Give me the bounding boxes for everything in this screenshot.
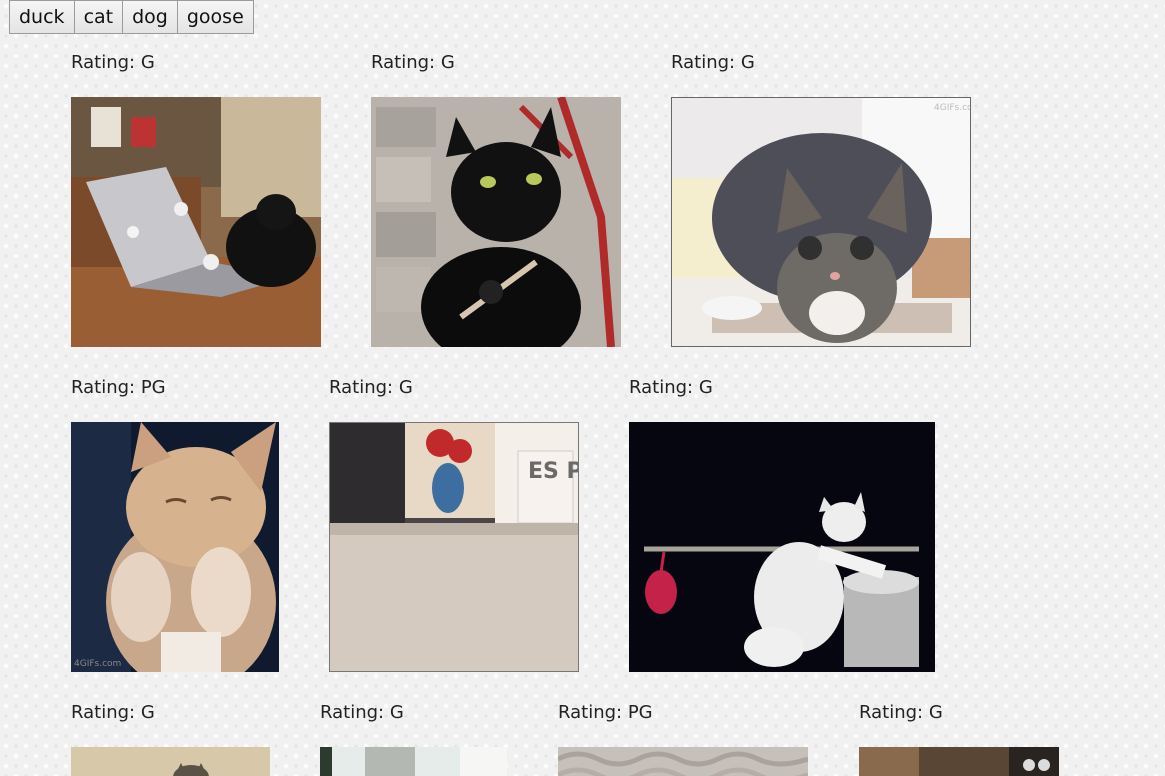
gif-image[interactable] bbox=[629, 422, 935, 672]
gif-image[interactable] bbox=[371, 97, 621, 347]
gif-image[interactable]: ES PN bbox=[329, 422, 579, 672]
rating-label: Rating: G bbox=[71, 702, 155, 723]
gif-image[interactable]: 4GIFs.com bbox=[71, 422, 279, 672]
rating-label: Rating: PG bbox=[558, 702, 653, 723]
gif-image[interactable] bbox=[558, 747, 808, 776]
gif-image[interactable] bbox=[71, 747, 270, 776]
svg-text:ES PN: ES PN bbox=[528, 459, 579, 484]
gif-image[interactable]: 4GIFs.com bbox=[671, 97, 971, 347]
search-button-goose[interactable]: goose bbox=[176, 0, 254, 34]
gif-image[interactable] bbox=[71, 97, 321, 347]
rating-label: Rating: G bbox=[71, 52, 155, 73]
rating-label: Rating: G bbox=[629, 377, 713, 398]
search-button-bar: duck cat dog goose bbox=[9, 0, 254, 34]
search-button-cat[interactable]: cat bbox=[73, 0, 124, 34]
search-button-duck[interactable]: duck bbox=[9, 0, 75, 34]
svg-text:4GIFs.com: 4GIFs.com bbox=[74, 659, 121, 669]
gif-image[interactable] bbox=[320, 747, 507, 776]
rating-label: Rating: G bbox=[859, 702, 943, 723]
rating-label: Rating: G bbox=[329, 377, 413, 398]
rating-label: Rating: G bbox=[371, 52, 455, 73]
rating-label: Rating: G bbox=[671, 52, 755, 73]
gif-image[interactable] bbox=[859, 747, 1059, 776]
search-button-dog[interactable]: dog bbox=[122, 0, 178, 34]
rating-label: Rating: PG bbox=[71, 377, 166, 398]
rating-label: Rating: G bbox=[320, 702, 404, 723]
svg-text:4GIFs.com: 4GIFs.com bbox=[934, 103, 971, 113]
